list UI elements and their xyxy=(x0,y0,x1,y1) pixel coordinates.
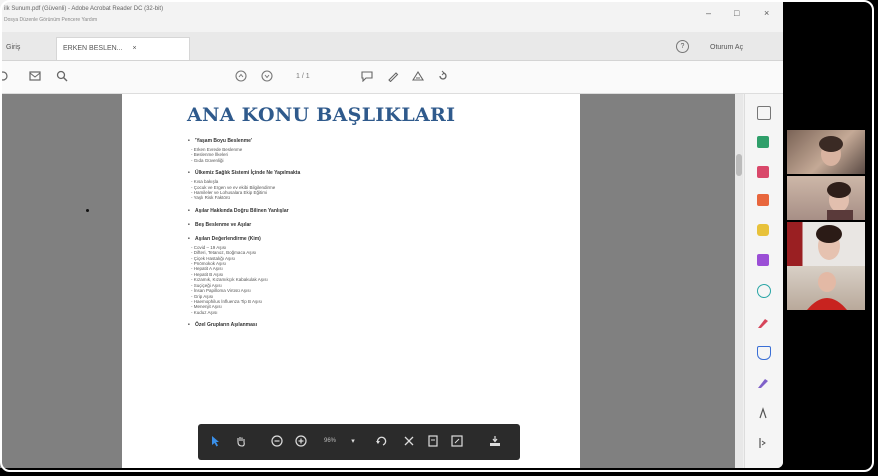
zoom-in-icon[interactable] xyxy=(294,435,308,449)
maximize-button[interactable]: □ xyxy=(734,8,739,18)
window-title: ilk Sunum.pdf (Güvenli) - Adobe Acrobat … xyxy=(4,6,164,12)
topic-group: Ülkemiz Sağlık Sistemi İçinde Ne Yapılma… xyxy=(188,170,568,201)
participant-video-3[interactable] xyxy=(787,222,865,266)
page-title: ANA KONU BAŞLIKLARI xyxy=(187,104,456,126)
title-bar: ilk Sunum.pdf (Güvenli) - Adobe Acrobat … xyxy=(0,0,783,32)
zoom-level[interactable]: 96% xyxy=(324,438,336,444)
participant-video-2[interactable] xyxy=(787,176,865,220)
topic-title: Aşılar Hakkında Doğru Bilinen Yanlışlar xyxy=(188,208,568,215)
protect-icon[interactable] xyxy=(757,346,771,360)
topic-title: Beş Beslenme ve Aşılar xyxy=(188,222,568,229)
close-window-button[interactable]: × xyxy=(764,8,769,18)
topic-list: 'Yaşam Boyu Beslenme' - Erken Evrede Bes… xyxy=(188,138,568,336)
next-page-icon[interactable] xyxy=(260,70,274,84)
expand-pane-icon[interactable] xyxy=(757,436,769,448)
tab-bar: Giriş ERKEN BESLEN... × ? Oturum Aç xyxy=(0,32,783,61)
hand-tool-icon[interactable] xyxy=(234,435,248,449)
mouse-cursor xyxy=(86,209,89,212)
sign-icon[interactable] xyxy=(411,70,425,84)
topic-title: Aşıları Değerlendirme (Kim) xyxy=(188,236,568,243)
subtopic: - Yaşlı Risk Faktörü xyxy=(191,195,230,201)
pen-icon[interactable] xyxy=(386,70,400,84)
tab-document[interactable]: ERKEN BESLEN... × xyxy=(56,37,190,60)
participant-video-4[interactable] xyxy=(787,266,865,310)
participant-video-1[interactable] xyxy=(787,130,865,174)
tab-close-icon[interactable]: × xyxy=(132,45,136,52)
tab-document-label: ERKEN BESLEN... xyxy=(63,45,123,52)
topic-group: Özel Grupların Aşılanması xyxy=(188,322,568,329)
edit-pdf-icon[interactable] xyxy=(757,194,769,206)
more-tools-icon[interactable] xyxy=(757,406,769,419)
fill-sign-icon[interactable] xyxy=(757,316,769,328)
share-link-icon[interactable] xyxy=(436,70,450,84)
topic-title: Özel Grupların Aşılanması xyxy=(188,322,568,329)
export-pdf-icon[interactable] xyxy=(757,136,769,148)
select-cursor-icon[interactable] xyxy=(208,435,222,449)
page-indicator[interactable]: 1 / 1 xyxy=(296,73,310,80)
page-view-icon[interactable] xyxy=(426,435,440,449)
search-icon[interactable] xyxy=(55,70,69,84)
screen-frame: ilk Sunum.pdf (Güvenli) - Adobe Acrobat … xyxy=(0,0,878,476)
floating-toolbar: 96% ▾ xyxy=(198,424,520,460)
comment-tool-icon[interactable] xyxy=(757,224,769,236)
subtopic: - Kuduz Aşısı xyxy=(191,309,218,315)
sidebar-toggle-icon[interactable] xyxy=(0,70,14,84)
help-icon[interactable]: ? xyxy=(676,40,689,53)
menu-bar[interactable]: Dosya Düzenle Görünüm Pencere Yardım xyxy=(4,17,97,23)
comment-icon[interactable] xyxy=(360,70,374,84)
send-sign-icon[interactable] xyxy=(757,376,769,388)
vertical-scrollbar[interactable] xyxy=(735,94,743,468)
tools-pane xyxy=(744,94,783,468)
search-tool-icon[interactable] xyxy=(757,106,771,120)
scrollbar-thumb[interactable] xyxy=(736,154,742,176)
topic-title: 'Yaşam Boyu Beslenme' xyxy=(188,138,568,145)
main-toolbar: 1 / 1 xyxy=(0,61,783,94)
zoom-out-icon[interactable] xyxy=(270,435,284,449)
prev-page-icon[interactable] xyxy=(234,70,248,84)
acrobat-window: ilk Sunum.pdf (Güvenli) - Adobe Acrobat … xyxy=(0,0,783,468)
sign-in-link[interactable]: Oturum Aç xyxy=(710,44,743,51)
topic-group: Aşılar Hakkında Doğru Bilinen Yanlışlar xyxy=(188,208,568,215)
minimize-button[interactable]: – xyxy=(706,8,711,18)
tab-home[interactable]: Giriş xyxy=(0,37,26,59)
download-icon[interactable] xyxy=(488,435,502,449)
organize-pages-icon[interactable] xyxy=(757,284,771,298)
topic-group: 'Yaşam Boyu Beslenme' - Erken Evrede Bes… xyxy=(188,138,568,163)
pdf-page[interactable]: ANA KONU BAŞLIKLARI 'Yaşam Boyu Beslenme… xyxy=(122,94,580,468)
rotate-icon[interactable] xyxy=(374,435,388,449)
topic-group: Beş Beslenme ve Aşılar xyxy=(188,222,568,229)
zoom-dropdown-chevron-down-icon[interactable]: ▾ xyxy=(346,435,360,449)
combine-files-icon[interactable] xyxy=(757,254,769,266)
topic-title: Ülkemiz Sağlık Sistemi İçinde Ne Yapılma… xyxy=(188,170,568,177)
create-pdf-icon[interactable] xyxy=(757,166,769,178)
full-screen-icon[interactable] xyxy=(450,435,464,449)
fit-page-icon[interactable] xyxy=(402,435,416,449)
mail-icon[interactable] xyxy=(28,70,42,84)
subtopic: - Gıda Güvenliği xyxy=(191,157,224,163)
topic-group: Aşıları Değerlendirme (Kim) - Covid – 19… xyxy=(188,236,568,315)
